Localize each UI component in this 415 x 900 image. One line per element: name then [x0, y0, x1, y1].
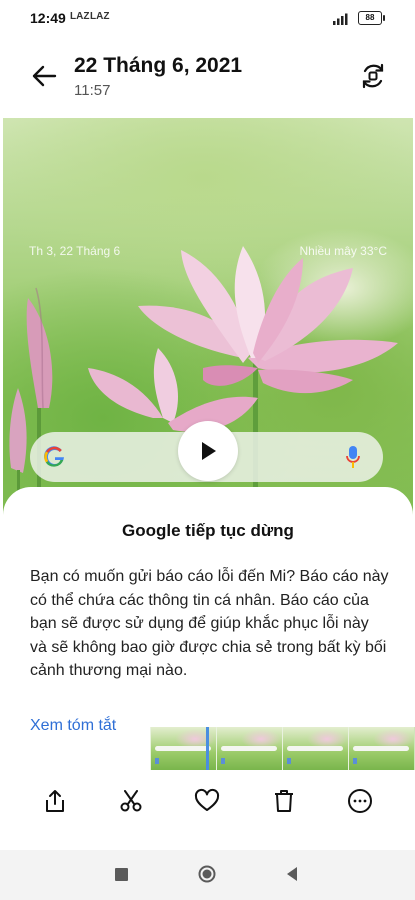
home-circle-icon[interactable]	[198, 865, 216, 883]
play-button[interactable]	[178, 421, 238, 481]
view-summary-link[interactable]: Xem tóm tắt	[30, 717, 116, 735]
rotate-screen-icon[interactable]	[358, 61, 388, 91]
notification-lazada: LAZ	[70, 11, 90, 22]
dialog-title: Google tiếp tục dừng	[122, 521, 294, 540]
recents-square-icon[interactable]	[115, 868, 128, 881]
status-time: 12:49	[30, 10, 66, 26]
widget-date: Th 3, 22 Tháng 6	[29, 244, 121, 258]
bottom-toolbar	[0, 770, 415, 850]
back-triangle-icon[interactable]	[285, 866, 299, 882]
header: 22 Tháng 6, 2021 11:57	[0, 36, 415, 118]
arrow-left-icon[interactable]	[30, 62, 58, 90]
share-icon[interactable]	[42, 788, 68, 814]
signal-icon	[333, 13, 348, 25]
google-g-icon	[44, 446, 64, 467]
dialog-message: Bạn có muốn gửi báo cáo lỗi đến Mi? Báo …	[30, 568, 389, 679]
timeline-frame	[282, 727, 348, 770]
page-title: 22 Tháng 6, 2021	[74, 54, 243, 77]
status-bar: 12:49 LAZ LAZ 88	[0, 0, 415, 36]
heart-icon[interactable]	[194, 788, 220, 814]
battery-icon: 88	[358, 11, 385, 25]
timeline-frame	[216, 727, 282, 770]
page-subtitle: 11:57	[74, 82, 111, 99]
play-icon	[202, 442, 216, 460]
video-timeline[interactable]	[150, 727, 415, 770]
trash-icon[interactable]	[271, 788, 297, 814]
timeline-playhead[interactable]	[206, 727, 209, 770]
timeline-frame	[348, 727, 414, 770]
microphone-icon	[346, 446, 360, 468]
widget-weather: Nhiều mây 33°C	[299, 244, 387, 258]
notification-lazada: LAZ	[90, 11, 110, 22]
more-icon[interactable]	[347, 788, 373, 814]
scissors-icon[interactable]	[118, 788, 144, 814]
